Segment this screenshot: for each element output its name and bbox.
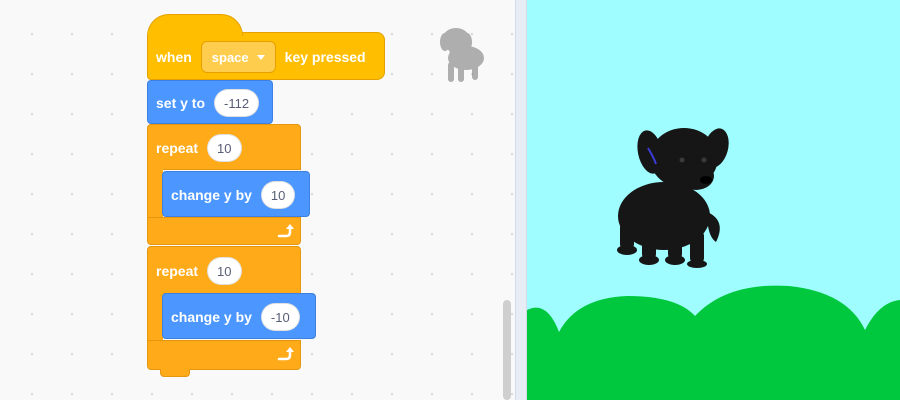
- repeat-1-count-input[interactable]: 10: [207, 134, 242, 162]
- chevron-down-icon: [256, 54, 265, 60]
- change-y-2-label: change y by: [171, 309, 252, 325]
- set-y-label: set y to: [156, 95, 206, 111]
- when-label: when: [156, 49, 192, 65]
- code-workspace[interactable]: when space key pressed set y to -112 rep…: [0, 0, 515, 400]
- key-dropdown-value: space: [211, 49, 249, 65]
- change-y-2-value-input[interactable]: -10: [260, 303, 300, 331]
- loop-arrow-icon: [277, 347, 294, 361]
- when-key-pressed-block[interactable]: when space key pressed: [147, 32, 385, 80]
- repeat-2-arm: [147, 292, 163, 342]
- repeat-1-arm: [147, 169, 163, 219]
- key-dropdown[interactable]: space: [200, 41, 276, 73]
- loop-arrow-icon: [277, 224, 294, 238]
- change-y-block-1[interactable]: change y by 10: [162, 171, 310, 217]
- set-y-value-input[interactable]: -112: [214, 89, 260, 117]
- change-y-1-value-input[interactable]: 10: [260, 181, 296, 209]
- workspace-scrollbar[interactable]: [503, 300, 511, 400]
- repeat-2-count-input[interactable]: 10: [207, 257, 242, 285]
- repeat-2-label: repeat: [156, 263, 199, 279]
- pane-divider: [515, 0, 527, 400]
- key-pressed-label: key pressed: [284, 49, 366, 65]
- set-y-block[interactable]: set y to -112: [147, 80, 273, 124]
- puppy-icon: [440, 28, 484, 82]
- change-y-block-2[interactable]: change y by -10: [162, 293, 316, 339]
- puppy-icon[interactable]: [598, 118, 750, 268]
- stack-bottom-notch: [160, 369, 190, 377]
- repeat-1-label: repeat: [156, 140, 199, 156]
- repeat-2-header[interactable]: repeat 10: [147, 246, 301, 294]
- repeat-1-header[interactable]: repeat 10: [147, 124, 301, 170]
- change-y-1-label: change y by: [171, 187, 252, 203]
